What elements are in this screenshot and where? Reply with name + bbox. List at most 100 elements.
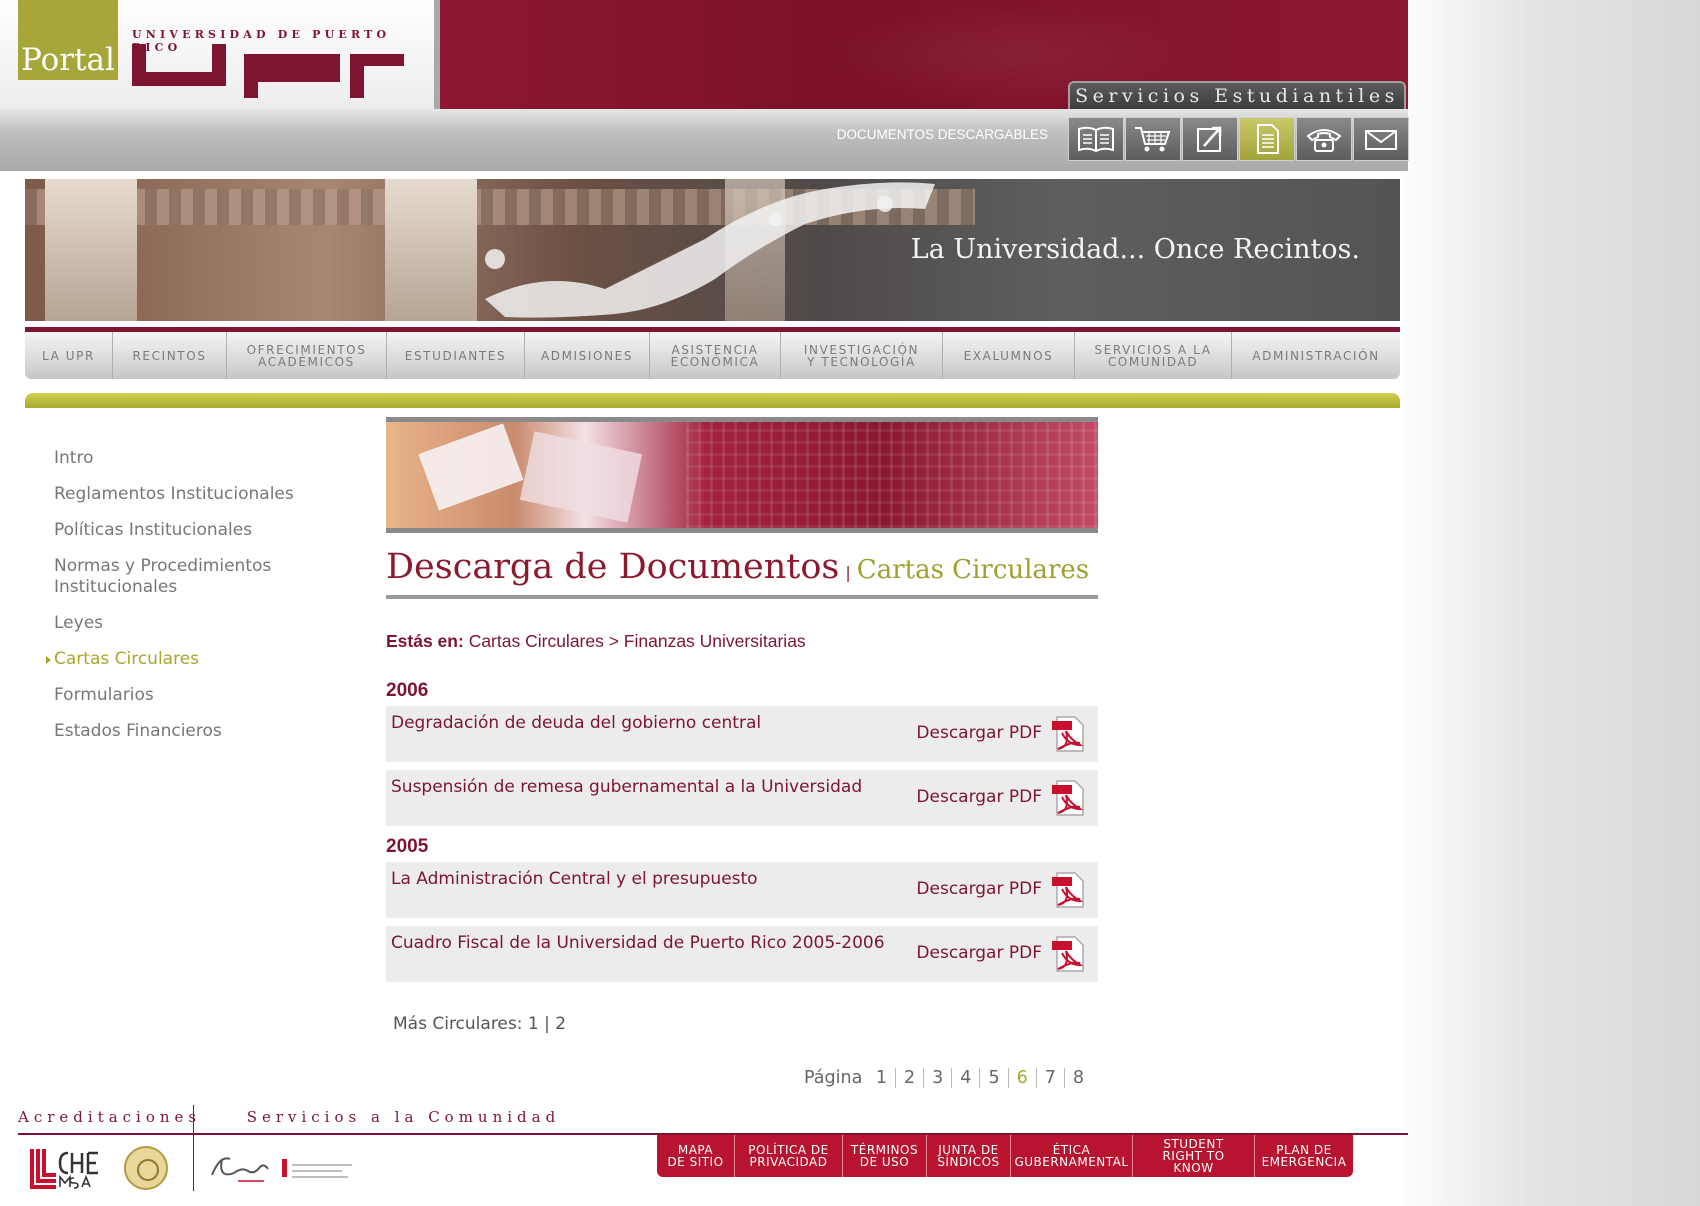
pagination-label: Página — [804, 1068, 863, 1088]
current-section-label: DOCUMENTOS DESCARGABLES — [836, 127, 1048, 142]
accreditations-label: Acreditaciones — [18, 1108, 202, 1126]
sidebar-item-normas[interactable]: Normas y Procedimientos Institucionales — [54, 556, 304, 598]
sidebar-item-politicas[interactable]: Políticas Institucionales — [54, 520, 354, 541]
sidebar-item-estados-financieros[interactable]: Estados Financieros — [54, 721, 354, 742]
mail-icon — [1365, 130, 1397, 150]
page-link-4[interactable]: 4 — [951, 1068, 979, 1088]
banner-tagline: La Universidad... Once Recintos. — [910, 234, 1360, 265]
book-icon — [1078, 126, 1114, 153]
document-icon — [1257, 124, 1279, 154]
download-pdf-link[interactable]: Descargar PDF — [916, 943, 1042, 963]
phone-icon — [1306, 129, 1342, 152]
footer-link-terminos[interactable]: TÉRMINOS DE USO — [843, 1135, 927, 1177]
portal-logo[interactable]: Portal — [18, 0, 118, 80]
more-page-link[interactable]: 1 — [528, 1014, 539, 1034]
document-title[interactable]: Suspensión de remesa gubernamental a la … — [391, 777, 862, 797]
link-icon — [1197, 126, 1222, 152]
logo-area[interactable]: Portal UNIVERSIDAD DE PUERTO RICO — [0, 0, 440, 109]
page-link-5[interactable]: 5 — [979, 1068, 1007, 1088]
document-row: La Administración Central y el presupues… — [386, 862, 1098, 918]
menu-item-administracion[interactable]: ADMINISTRACIÓN — [1232, 332, 1400, 379]
accreditation-seal[interactable] — [124, 1146, 168, 1190]
cart-icon — [1135, 127, 1171, 152]
banner-paper-shape — [519, 431, 643, 523]
page-link-1[interactable]: 1 — [868, 1068, 895, 1088]
footer-link-etica[interactable]: ÉTICA GUBERNAMENTAL — [1011, 1135, 1133, 1177]
banner-splash — [485, 182, 935, 318]
phone-button[interactable] — [1296, 117, 1352, 161]
title-separator: | — [845, 563, 851, 582]
accent-bar — [25, 393, 1400, 408]
footer-nav: MAPA DE SITIO POLÍTICA DE PRIVACIDAD TÉR… — [657, 1135, 1353, 1177]
download-pdf-link[interactable]: Descargar PDF — [916, 723, 1042, 743]
page-link-2[interactable]: 2 — [895, 1068, 923, 1088]
footer-link-emergencia[interactable]: PLAN DE EMERGENCIA — [1255, 1135, 1353, 1177]
menu-item-asistencia[interactable]: ASISTENCIA ECONÓMICA — [650, 332, 781, 379]
page: Portal UNIVERSIDAD DE PUERTO RICO Servic… — [0, 0, 1700, 1206]
menu-item-investigacion[interactable]: INVESTIGACIÓN Y TECNOLOGÍA — [781, 332, 943, 379]
sidebar-item-cartas-circulares[interactable]: Cartas Circulares — [46, 649, 354, 670]
footer-divider — [193, 1105, 194, 1191]
sidebar-item-formularios[interactable]: Formularios — [54, 685, 354, 706]
more-separator: | — [544, 1014, 550, 1034]
community-services-label: Servicios a la Comunidad — [246, 1108, 561, 1126]
page-title-row: Descarga de Documentos | Cartas Circular… — [386, 547, 1098, 599]
year-heading: 2006 — [386, 680, 429, 701]
menu-item-estudiantes[interactable]: ESTUDIANTES — [387, 332, 525, 379]
page-link-8[interactable]: 8 — [1063, 1068, 1092, 1088]
sidebar-item-leyes[interactable]: Leyes — [54, 613, 354, 634]
book-button[interactable] — [1068, 117, 1124, 161]
banner-grid-pattern — [686, 422, 1098, 528]
footer-link-sindicos[interactable]: JUNTA DE SÍNDICOS — [927, 1135, 1011, 1177]
banner-paper-shape — [418, 423, 524, 511]
pdf-icon[interactable] — [1050, 935, 1088, 973]
menu-item-la-upr[interactable]: LA UPR — [25, 332, 113, 379]
mail-button[interactable] — [1353, 117, 1409, 161]
sidebar-item-intro[interactable]: Intro — [54, 448, 354, 469]
utility-icons — [1068, 117, 1410, 161]
breadcrumb: Estás en: Cartas Circulares > Finanzas U… — [386, 631, 1098, 652]
teatro-logo[interactable] — [208, 1145, 368, 1191]
menu-item-admisiones[interactable]: ADMISIONES — [525, 332, 650, 379]
page-link-6-current[interactable]: 6 — [1007, 1068, 1036, 1088]
document-title[interactable]: La Administración Central y el presupues… — [391, 869, 758, 889]
main-content: Descarga de Documentos | Cartas Circular… — [386, 417, 1098, 1088]
pdf-icon[interactable] — [1050, 779, 1088, 817]
menu-item-ofrecimientos[interactable]: OFRECIMIENTOS ACADÉMICOS — [227, 332, 387, 379]
menu-item-recintos[interactable]: RECINTOS — [113, 332, 227, 379]
pdf-icon[interactable] — [1050, 715, 1088, 753]
document-title[interactable]: Cuadro Fiscal de la Universidad de Puert… — [391, 933, 885, 953]
page-link-7[interactable]: 7 — [1035, 1068, 1064, 1088]
hero-banner: La Universidad... Once Recintos. — [25, 179, 1400, 321]
document-row: Cuadro Fiscal de la Universidad de Puert… — [386, 926, 1098, 982]
pagination: Página 12345678 — [386, 1068, 1098, 1088]
sidebar-nav: Intro Reglamentos Institucionales Políti… — [46, 448, 354, 757]
menu-item-exalumnos[interactable]: EXALUMNOS — [943, 332, 1075, 379]
cart-button[interactable] — [1125, 117, 1181, 161]
document-row: Suspensión de remesa gubernamental a la … — [386, 770, 1098, 826]
menu-item-servicios[interactable]: SERVICIOS A LA COMUNIDAD — [1075, 332, 1232, 379]
banner-column — [385, 179, 477, 321]
link-button[interactable] — [1182, 117, 1238, 161]
more-page-link[interactable]: 2 — [555, 1014, 566, 1034]
main-menu: LA UPR RECINTOS OFRECIMIENTOS ACADÉMICOS… — [25, 327, 1400, 379]
year-heading: 2005 — [386, 836, 429, 857]
footer-link-privacidad[interactable]: POLÍTICA DE PRIVACIDAD — [735, 1135, 843, 1177]
documents-button[interactable] — [1239, 117, 1295, 161]
page-title: Descarga de Documentos — [386, 547, 840, 587]
download-pdf-link[interactable]: Descargar PDF — [916, 787, 1042, 807]
msche-logo[interactable] — [30, 1147, 110, 1189]
section-tab[interactable]: Servicios Estudiantiles — [1068, 81, 1406, 109]
download-pdf-link[interactable]: Descargar PDF — [916, 879, 1042, 899]
breadcrumb-prefix: Estás en: — [386, 631, 464, 651]
breadcrumb-path[interactable]: Cartas Circulares > Finanzas Universitar… — [469, 631, 806, 651]
document-row: Degradación de deuda del gobierno centra… — [386, 706, 1098, 762]
page-link-3[interactable]: 3 — [923, 1068, 951, 1088]
sidebar-item-reglamentos[interactable]: Reglamentos Institucionales — [54, 484, 354, 505]
document-title[interactable]: Degradación de deuda del gobierno centra… — [391, 713, 761, 733]
footer-link-mapa[interactable]: MAPA DE SITIO — [657, 1135, 735, 1177]
footer-link-student-right[interactable]: STUDENT RIGHT TO KNOW — [1133, 1135, 1255, 1177]
pdf-icon[interactable] — [1050, 871, 1088, 909]
content-banner — [386, 417, 1098, 533]
footer-labels: Acreditaciones Servicios a la Comunidad — [18, 1108, 560, 1126]
